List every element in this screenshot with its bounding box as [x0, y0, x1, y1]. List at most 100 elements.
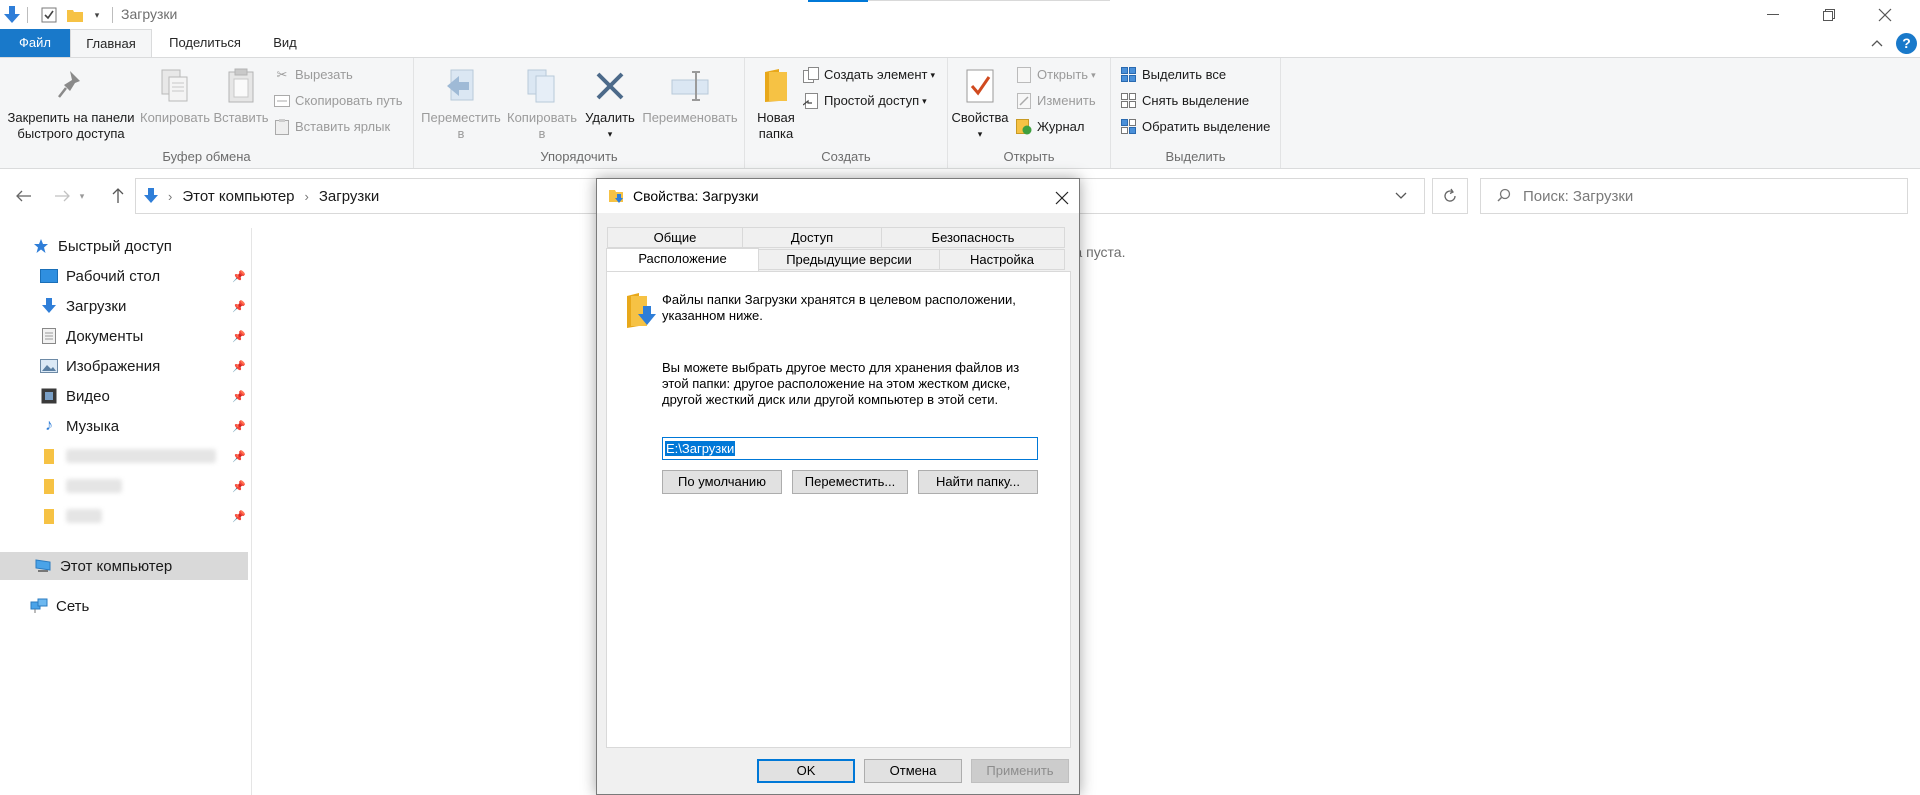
tab-share[interactable]: Поделиться — [160, 29, 250, 57]
nav-quick-access[interactable]: Быстрый доступ — [0, 232, 250, 260]
recent-locations-dropdown-icon[interactable]: ▾ — [74, 182, 90, 210]
address-history-dropdown-icon[interactable] — [1395, 187, 1407, 203]
dialog-close-button[interactable] — [1055, 183, 1069, 211]
pin-icon[interactable]: 📌 — [232, 390, 246, 403]
nav-network[interactable]: Сеть — [0, 592, 250, 620]
pin-quick-access-button[interactable]: Закрепить на панели быстрого доступа — [4, 66, 138, 142]
dialog-tab-general[interactable]: Общие — [607, 227, 743, 248]
open-button[interactable]: Открыть ▾ — [1016, 64, 1096, 86]
desktop-icon — [40, 267, 58, 285]
restore-button[interactable] — [1800, 0, 1858, 30]
refresh-icon — [1444, 188, 1456, 202]
music-note-icon: ♪ — [45, 417, 53, 434]
dialog-tab-location[interactable]: Расположение — [606, 248, 759, 272]
breadcrumb-chevron-icon[interactable]: › — [168, 189, 172, 204]
refresh-button[interactable] — [1432, 178, 1468, 214]
new-item-button[interactable]: Создать элемент ▾ — [803, 64, 935, 86]
dialog-tab-sharing[interactable]: Доступ — [742, 227, 882, 248]
up-arrow-icon[interactable] — [104, 182, 132, 210]
pin-icon[interactable]: 📌 — [232, 450, 246, 463]
nav-pinned-folder[interactable]: 📌 — [0, 502, 250, 530]
nav-music-label: Музыка — [66, 417, 120, 435]
history-button[interactable]: Журнал — [1016, 116, 1084, 138]
new-folder-icon[interactable] — [64, 4, 86, 26]
cancel-button[interactable]: Отмена — [864, 759, 962, 783]
edit-button[interactable]: Изменить — [1016, 90, 1096, 112]
breadcrumb-this-pc[interactable]: Этот компьютер — [182, 188, 294, 205]
dialog-tab-customize[interactable]: Настройка — [939, 249, 1065, 270]
pin-icon[interactable]: 📌 — [232, 300, 246, 313]
cut-button[interactable]: ✂ Вырезать — [274, 64, 353, 86]
select-all-button[interactable]: Выделить все — [1121, 64, 1226, 86]
paste-shortcut-button[interactable]: Вставить ярлык — [274, 116, 390, 138]
forward-arrow-icon[interactable] — [48, 182, 76, 210]
open-group: Свойства ▾ Открыть ▾ Изменить Журнал Отк… — [948, 58, 1111, 168]
properties-label: Свойства — [951, 110, 1009, 125]
select-none-button[interactable]: Снять выделение — [1121, 90, 1249, 112]
breadcrumb-chevron-icon[interactable]: › — [305, 189, 309, 204]
copy-path-button[interactable]: Скопировать путь — [274, 90, 403, 112]
nav-quick-access-label: Быстрый доступ — [58, 237, 172, 255]
ok-button[interactable]: OK — [757, 759, 855, 783]
nav-downloads[interactable]: Загрузки 📌 — [0, 292, 250, 320]
nav-downloads-label: Загрузки — [66, 297, 127, 315]
help-icon[interactable]: ? — [1896, 33, 1917, 54]
nav-pictures[interactable]: Изображения 📌 — [0, 352, 250, 380]
location-path-input[interactable]: E:\Загрузки — [662, 437, 1038, 460]
invert-selection-icon — [1121, 119, 1137, 135]
properties-check-icon[interactable] — [38, 4, 60, 26]
copy-to-icon — [522, 66, 562, 106]
copy-button[interactable]: Копировать — [138, 66, 212, 126]
nav-video[interactable]: Видео 📌 — [0, 382, 250, 410]
nav-desktop[interactable]: Рабочий стол 📌 — [0, 262, 250, 290]
pin-icon[interactable]: 📌 — [232, 270, 246, 283]
invert-selection-button[interactable]: Обратить выделение — [1121, 116, 1270, 138]
pin-icon[interactable]: 📌 — [232, 330, 246, 343]
rename-button[interactable]: Переименовать — [638, 66, 742, 126]
nav-pinned-folder[interactable]: 📌 — [0, 442, 250, 470]
organize-group: Переместить в Копировать в Удалить ▾ Пер… — [414, 58, 745, 168]
video-icon — [40, 387, 58, 405]
new-folder-large-icon — [756, 66, 796, 106]
tab-file[interactable]: Файл — [0, 29, 70, 57]
paste-button[interactable]: Вставить — [212, 66, 270, 126]
breadcrumb-downloads[interactable]: Загрузки — [319, 188, 379, 205]
divider — [27, 7, 28, 23]
tab-home[interactable]: Главная — [70, 29, 152, 58]
dialog-tab-previous-versions[interactable]: Предыдущие версии — [758, 249, 940, 270]
pin-icon[interactable]: 📌 — [232, 510, 246, 523]
new-folder-button[interactable]: Новая папка — [747, 66, 805, 142]
pin-icon[interactable]: 📌 — [232, 480, 246, 493]
location-description: Файлы папки Загрузки хранятся в целевом … — [662, 292, 1016, 323]
move-button[interactable]: Переместить... — [792, 470, 908, 494]
nav-music[interactable]: ♪ Музыка 📌 — [0, 412, 250, 440]
customize-dropdown-icon[interactable]: ▾ — [88, 4, 106, 26]
close-window-button[interactable] — [1856, 0, 1914, 30]
folder-icon — [40, 447, 58, 465]
search-input[interactable]: Поиск: Загрузки — [1480, 178, 1908, 214]
delete-button[interactable]: Удалить ▾ — [582, 66, 638, 142]
minimize-button[interactable] — [1744, 0, 1802, 30]
nav-documents[interactable]: Документы 📌 — [0, 322, 250, 350]
move-to-button[interactable]: Переместить в — [420, 66, 502, 142]
history-label: Журнал — [1037, 119, 1085, 134]
pin-icon[interactable]: 📌 — [232, 420, 246, 433]
restore-default-button[interactable]: По умолчанию — [662, 470, 782, 494]
nav-pinned-folder[interactable]: 📌 — [0, 472, 250, 500]
find-folder-button[interactable]: Найти папку... — [918, 470, 1038, 494]
properties-button[interactable]: Свойства ▾ — [950, 66, 1010, 142]
dialog-title-bar: Свойства: Загрузки — [597, 179, 1079, 213]
apply-button[interactable]: Применить — [971, 759, 1069, 783]
location-path-value: E:\Загрузки — [665, 441, 736, 456]
select-all-label: Выделить все — [1142, 67, 1227, 82]
pin-icon[interactable]: 📌 — [232, 360, 246, 373]
tab-view[interactable]: Вид — [262, 29, 308, 57]
back-arrow-icon[interactable] — [10, 182, 38, 210]
delete-x-icon — [590, 66, 630, 106]
ribbon-collapse-icon[interactable] — [1871, 34, 1883, 50]
copy-label: Копировать — [140, 110, 210, 125]
dialog-tab-security[interactable]: Безопасность — [881, 227, 1065, 248]
easy-access-button[interactable]: Простой доступ ▾ — [803, 90, 927, 112]
nav-this-pc[interactable]: Этот компьютер — [0, 552, 248, 580]
copy-to-button[interactable]: Копировать в — [502, 66, 582, 142]
